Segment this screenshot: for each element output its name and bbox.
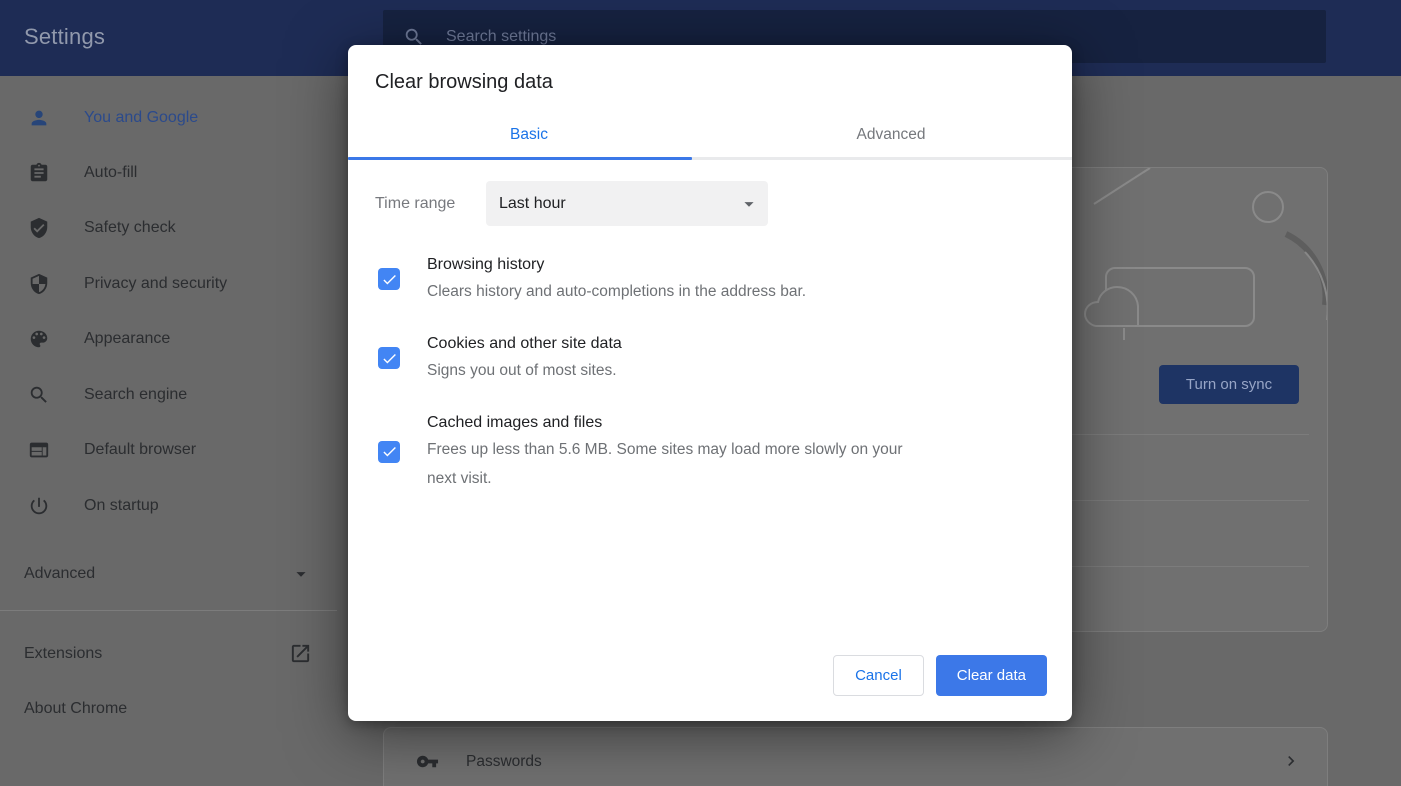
time-range-select[interactable]: Last hour [486,181,768,226]
time-range-row: Time range Last hour [375,181,1045,226]
passwords-label: Passwords [466,753,542,770]
dialog-buttons: Cancel Clear data [833,655,1047,696]
item-title: Browsing history [427,256,545,273]
cookies-row: Cookies and other site data Signs you ou… [378,331,935,385]
sidebar-item-label: On startup [84,496,159,514]
item-description: Signs you out of most sites. [427,362,617,379]
sidebar-item-label: Appearance [84,329,171,347]
dialog-tabs: Basic Advanced [348,110,1072,160]
item-title: Cookies and other site data [427,335,622,352]
sidebar-item-you-and-google[interactable]: You and Google [0,90,348,145]
active-tab-indicator [348,157,692,160]
dialog-title: Clear browsing data [375,71,553,93]
item-title: Cached images and files [427,414,603,431]
sidebar-item-label: Default browser [84,440,197,458]
search-placeholder: Search settings [446,27,557,45]
cookies-checkbox[interactable] [378,347,400,369]
sidebar-item-safety-check[interactable]: Safety check [0,200,348,255]
sidebar-item-privacy-and-security[interactable]: Privacy and security [0,256,348,311]
sidebar-item-about-chrome[interactable]: About Chrome [0,681,348,736]
extensions-label: Extensions [24,644,103,662]
cancel-button[interactable]: Cancel [833,655,924,696]
safety-check-icon [30,217,48,238]
sidebar-divider [0,610,337,611]
passwords-row[interactable]: Passwords [383,727,1328,786]
advanced-label: Advanced [24,564,96,582]
search-engine-icon [30,386,47,403]
sidebar-item-appearance[interactable]: Appearance [0,311,348,366]
sidebar-item-search-engine[interactable]: Search engine [0,367,348,422]
checkmark-icon [382,353,396,363]
cached-images-checkbox[interactable] [378,440,400,463]
sidebar-item-label: Privacy and security [84,274,228,292]
tab-advanced[interactable]: Advanced [710,110,1072,160]
sidebar-advanced-toggle[interactable]: Advanced [0,546,348,601]
cached-images-row: Cached images and files Frees up less th… [378,410,935,493]
open-in-new-icon [291,644,310,663]
sidebar-item-default-browser[interactable]: Default browser [0,422,348,477]
turn-on-sync-button[interactable]: Turn on sync [1159,365,1299,404]
sidebar-item-label: Safety check [84,218,176,236]
power-icon [30,497,48,514]
sidebar-item-label: Search engine [84,385,188,403]
item-description: Frees up less than 5.6 MB. Some sites ma… [427,441,903,487]
sidebar-item-autofill[interactable]: Auto-fill [0,145,348,200]
about-chrome-label: About Chrome [24,699,128,717]
checkmark-icon [382,274,396,284]
autofill-icon [30,162,48,181]
time-range-value: Last hour [499,194,566,212]
clear-data-button[interactable]: Clear data [935,655,1047,696]
time-range-label: Time range [375,194,456,212]
item-description: Clears history and auto-completions in t… [427,283,807,300]
dropdown-caret-icon [744,201,754,207]
tab-basic[interactable]: Basic [348,110,710,160]
checkmark-icon [382,446,396,457]
sidebar-item-label: Auto-fill [84,163,138,181]
chevron-down-icon [296,571,306,577]
sidebar-item-extensions[interactable]: Extensions [0,626,348,681]
sidebar-item-on-startup[interactable]: On startup [0,478,348,533]
person-icon [31,110,47,125]
palette-icon [30,330,48,347]
browsing-history-checkbox[interactable] [378,268,400,290]
clear-browsing-data-dialog: Clear browsing data Basic Advanced Time … [348,45,1072,721]
page-title: Settings [24,24,106,49]
key-icon [416,755,439,768]
privacy-shield-icon [30,273,48,294]
chevron-right-icon[interactable] [1281,751,1301,771]
browser-window-icon [29,442,49,457]
sidebar-item-label: You and Google [84,108,199,126]
browsing-history-row: Browsing history Clears history and auto… [378,252,935,306]
